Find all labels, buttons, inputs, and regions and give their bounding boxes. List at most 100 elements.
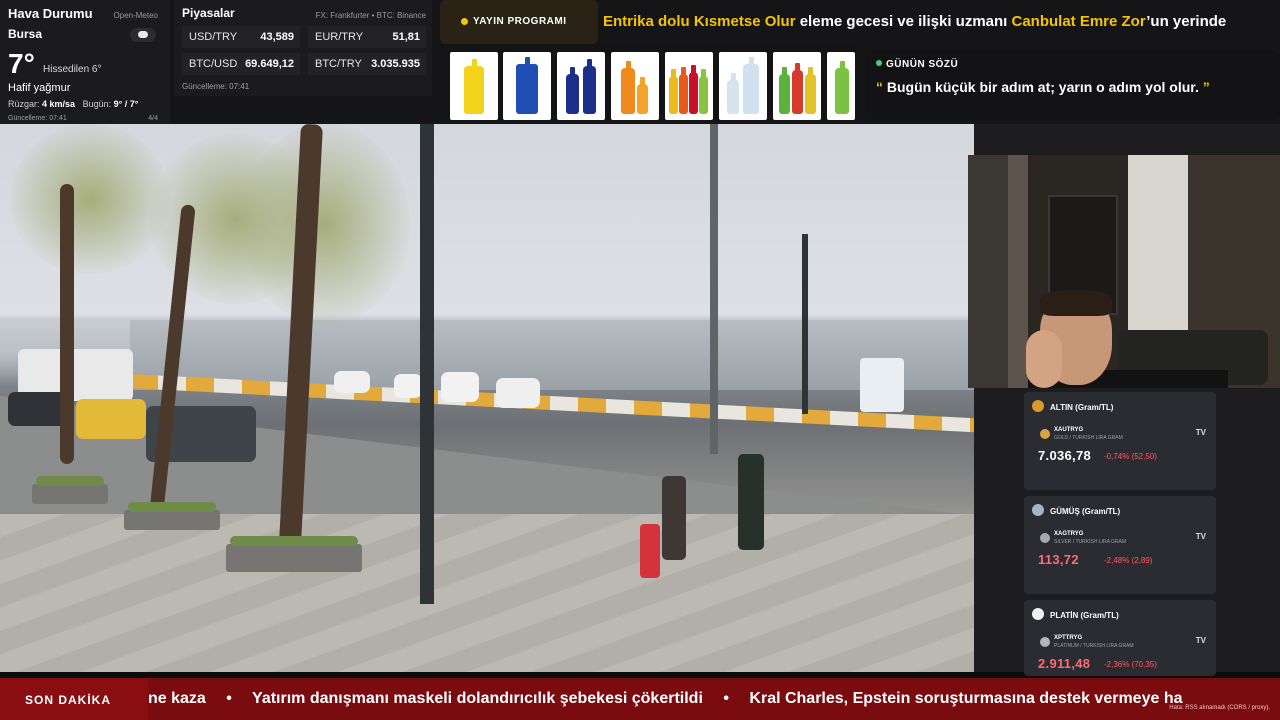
tree-trunk (60, 184, 74, 464)
metal-change: -2,36% (70,35) (1104, 660, 1157, 669)
quote-of-the-day: GÜNÜN SÖZÜ “ Bugün küçük bir adım at; ya… (866, 50, 1280, 120)
product-image (450, 52, 498, 120)
video-taxi (76, 399, 146, 439)
tree-crown (10, 124, 170, 274)
tradingview-icon: TV (1195, 428, 1206, 437)
ticker-news: ne kaza • Yatırım danışmanı maskeli dola… (148, 678, 1280, 720)
program-label-text: YAYIN PROGRAMI (473, 16, 567, 27)
metal-card-gold[interactable]: ALTIN (Gram/TL) XAUTRYG GOLD / TURKISH L… (1024, 392, 1216, 490)
product-image (665, 52, 713, 120)
weather-updated: Güncelleme: 07:41 (8, 115, 67, 122)
metal-title: ALTIN (Gram/TL) (1050, 403, 1114, 412)
program-label: YAYIN PROGRAMI (440, 0, 598, 44)
market-eur-try: EUR/TRY 51,81 (308, 26, 426, 48)
medal-icon (1032, 504, 1044, 516)
ticker-item: Kral Charles, Epstein soruşturmasına des… (749, 690, 1183, 707)
planter (32, 476, 108, 504)
market-label: USD/TRY (189, 31, 238, 43)
metal-name: PLATINUM / TURKISH LIRA GRAM (1054, 643, 1134, 649)
market-value: 3.035.935 (371, 58, 420, 70)
ticker-separator: • (226, 690, 232, 707)
marquee-text: eleme gecesi ve ilişki uzmanı (795, 13, 1012, 30)
video-person (738, 454, 764, 550)
video-sea (130, 320, 974, 390)
metal-symbol: XAUTRYG (1054, 427, 1084, 433)
metal-card-platinum[interactable]: PLATİN (Gram/TL) XPTTRYG PLATINUM / TURK… (1024, 600, 1216, 676)
metal-symbol: XAGTRYG (1054, 531, 1084, 537)
product-image (557, 52, 605, 120)
cloud-rain-icon (130, 28, 156, 42)
weather-temperature: 7° (8, 48, 35, 79)
quote-open-mark: “ (876, 79, 883, 95)
gold-coin-icon (1040, 429, 1050, 439)
webcam-hand (1026, 330, 1062, 388)
product-image (503, 52, 551, 120)
today-value: 9° / 7° (113, 99, 139, 109)
markets-source: FX: Frankfurter • BTC: Binance (315, 11, 426, 20)
metal-card-silver[interactable]: GÜMÜŞ (Gram/TL) XAGTRYG SILVER / TURKISH… (1024, 496, 1216, 594)
webcam-hair (1040, 290, 1112, 316)
market-usd-try: USD/TRY 43,589 (182, 26, 300, 48)
program-marquee: Entrika dolu Kısmetse Olur eleme gecesi … (598, 0, 1280, 44)
markets-updated: Güncelleme: 07:41 (182, 82, 250, 91)
right-panel-upper (974, 124, 1280, 155)
product-image (773, 52, 821, 120)
video-car (496, 378, 540, 408)
rss-error-note: Hata: RSS alınamadı (CORS / proxy). (1169, 705, 1270, 711)
weather-widget: Hava Durumu Open-Meteo Bursa 7° Hissedil… (0, 0, 170, 124)
wind-label: Rüzgar: (8, 99, 40, 109)
video-kiosk (860, 358, 904, 412)
market-btc-usd: BTC/USD 69.649,12 (182, 53, 300, 75)
medal-icon (1032, 400, 1044, 412)
metal-price: 113,72 (1038, 552, 1079, 567)
weather-page-indicator: 4/4 (148, 115, 158, 122)
metal-price: 2.911,48 (1038, 656, 1091, 671)
metal-name: GOLD / TURKISH LIRA GRAM (1054, 435, 1123, 441)
video-suitcase (640, 524, 660, 578)
ticker-item: Yatırım danışmanı maskeli dolandırıcılık… (252, 690, 703, 707)
weather-feels-like: Hissedilen 6° (43, 64, 102, 75)
quote-close-mark: ” (1202, 79, 1210, 95)
lamp-pole (802, 234, 808, 414)
metal-price: 7.036,78 (1038, 448, 1092, 463)
weather-description: Hafif yağmur (8, 82, 71, 94)
marquee-highlight: Entrika dolu Kısmetse Olur (603, 13, 796, 30)
lamp-pole (420, 124, 434, 604)
product-image (719, 52, 767, 120)
metal-name: SILVER / TURKISH LIRA GRAM (1054, 539, 1127, 545)
video-plaza (0, 514, 974, 672)
planter (124, 502, 220, 530)
program-dot-icon (461, 18, 468, 25)
quote-text: “ Bugün küçük bir adım at; yarın o adım … (876, 79, 1210, 95)
quote-title: GÜNÜN SÖZÜ (876, 59, 958, 70)
medal-icon (1032, 608, 1044, 620)
main-video[interactable] (0, 124, 974, 672)
webcam-overlay (968, 155, 1280, 388)
market-value: 43,589 (260, 31, 294, 43)
video-car (394, 374, 422, 398)
metal-title: PLATİN (Gram/TL) (1050, 611, 1119, 620)
marquee-highlight: Canbulat Emre Zor (1011, 13, 1147, 30)
market-value: 69.649,12 (245, 58, 294, 70)
metal-symbol: XPTTRYG (1054, 635, 1083, 641)
tradingview-icon: TV (1195, 532, 1206, 541)
metal-change: -2,48% (2,89) (1104, 556, 1153, 565)
quote-title-text: GÜNÜN SÖZÜ (886, 59, 959, 70)
market-label: BTC/TRY (315, 58, 362, 70)
breaking-news-ticker: SON DAKİKA ne kaza • Yatırım danışmanı m… (0, 678, 1280, 720)
tree-crown (240, 124, 410, 324)
product-image (827, 52, 855, 120)
planter (226, 536, 362, 572)
markets-widget: Piyasalar FX: Frankfurter • BTC: Binance… (174, 0, 432, 96)
product-image (611, 52, 659, 120)
market-label: EUR/TRY (315, 31, 364, 43)
sponsor-products-strip (440, 44, 860, 124)
video-car (334, 371, 370, 393)
today-label: Bugün: (82, 99, 112, 109)
marquee-text: ’un yerinde (1146, 13, 1227, 30)
metal-change: -0,74% (52,50) (1104, 452, 1157, 461)
market-label: BTC/USD (189, 58, 238, 70)
video-car (441, 372, 479, 402)
video-car (8, 392, 68, 426)
silver-coin-icon (1040, 533, 1050, 543)
